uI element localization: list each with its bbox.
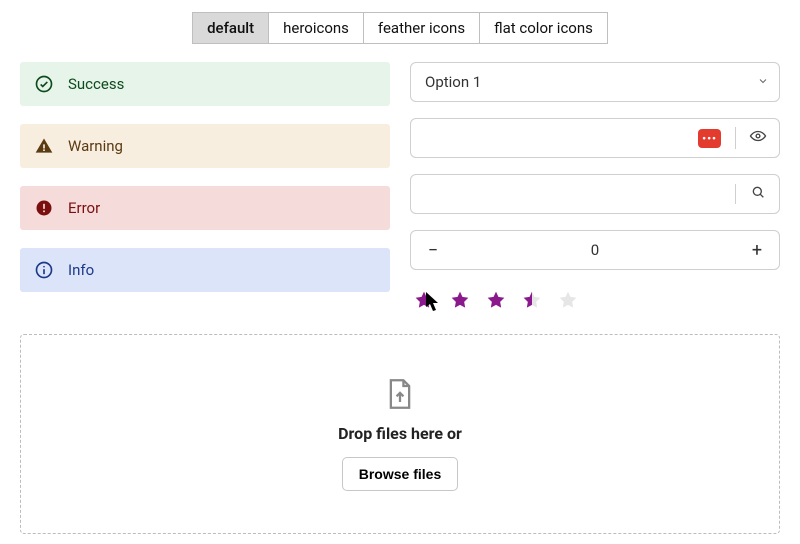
rating-input[interactable]: [410, 286, 780, 310]
controls-column: Option 1 ••• −: [410, 62, 780, 310]
select-field[interactable]: Option 1: [410, 62, 780, 102]
search-button[interactable]: [735, 184, 779, 204]
search-icon: [750, 184, 766, 204]
password-strength-badge: •••: [698, 129, 721, 148]
star-half-icon[interactable]: [522, 290, 542, 310]
tab-heroicons[interactable]: heroicons: [268, 12, 364, 44]
tab-flat-color[interactable]: flat color icons: [479, 12, 608, 44]
file-dropzone[interactable]: Drop files here or Browse files: [20, 334, 780, 534]
alert-warning-label: Warning: [68, 137, 123, 155]
stepper-increment[interactable]: +: [735, 240, 779, 261]
eye-icon: [749, 127, 767, 149]
info-circle-icon: [34, 260, 54, 280]
star-icon[interactable]: [414, 290, 434, 310]
alert-error: Error: [20, 186, 390, 230]
alert-success-label: Success: [68, 75, 124, 93]
file-upload-icon: [386, 378, 414, 410]
alerts-column: Success Warning Error Info: [20, 62, 390, 310]
dropzone-label: Drop files here or: [338, 424, 462, 443]
stepper-value: 0: [455, 241, 735, 259]
star-empty-icon[interactable]: [558, 290, 578, 310]
search-field[interactable]: [410, 174, 780, 214]
alert-success: Success: [20, 62, 390, 106]
browse-files-button[interactable]: Browse files: [342, 457, 458, 491]
chevron-down-icon: [757, 75, 779, 90]
alert-info: Info: [20, 248, 390, 292]
tab-default[interactable]: default: [192, 12, 269, 44]
alert-error-label: Error: [68, 199, 100, 217]
alert-warning: Warning: [20, 124, 390, 168]
stepper-decrement[interactable]: −: [411, 240, 455, 261]
error-circle-icon: [34, 198, 54, 218]
tab-feather[interactable]: feather icons: [363, 12, 480, 44]
quantity-stepper: − 0 +: [410, 230, 780, 270]
star-icon[interactable]: [450, 290, 470, 310]
password-field[interactable]: •••: [410, 118, 780, 158]
select-value: Option 1: [425, 73, 481, 91]
check-circle-icon: [34, 74, 54, 94]
star-icon[interactable]: [486, 290, 506, 310]
icon-pack-tabs: default heroicons feather icons flat col…: [20, 12, 780, 44]
alert-info-label: Info: [68, 261, 94, 279]
warning-triangle-icon: [34, 136, 54, 156]
toggle-password-visibility[interactable]: [735, 127, 779, 149]
